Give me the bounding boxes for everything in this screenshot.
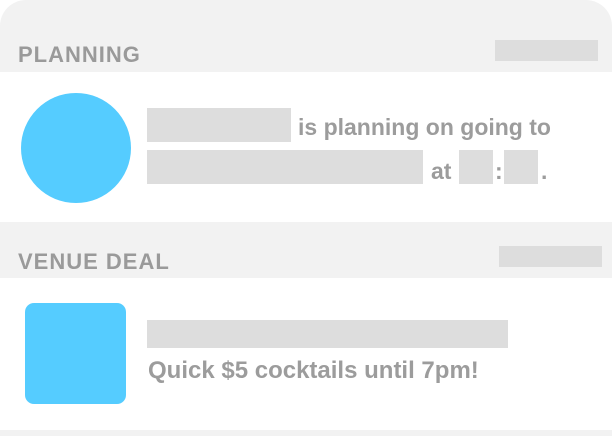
planning-notification-card[interactable]: is planning on going to at : . [0, 72, 612, 222]
venue-deal-notification-card[interactable]: Quick $5 cocktails until 7pm! [0, 278, 612, 430]
at-label: at [431, 158, 452, 184]
venue-name-placeholder [147, 150, 423, 184]
planning-section-title: PLANNING [18, 42, 141, 67]
planning-timestamp-placeholder [495, 40, 598, 61]
venue-thumbnail-icon[interactable] [25, 303, 126, 404]
notification-feed: PLANNING is planning on going to at : . … [0, 0, 612, 436]
venue-name-placeholder [147, 320, 508, 348]
venue-deal-timestamp-placeholder [499, 246, 602, 267]
planning-message-text: is planning on going to [298, 114, 551, 140]
user-avatar-icon[interactable] [21, 93, 131, 203]
venue-deal-section-header: VENUE DEAL [0, 242, 612, 282]
venue-deal-message: Quick $5 cocktails until 7pm! [148, 357, 479, 384]
planning-section-header: PLANNING [0, 36, 612, 76]
time-separator: : [495, 158, 503, 184]
hour-placeholder [459, 150, 493, 184]
venue-deal-section-title: VENUE DEAL [18, 249, 170, 274]
period-label: . [541, 158, 548, 184]
username-placeholder [147, 108, 291, 142]
minute-placeholder [504, 150, 538, 184]
